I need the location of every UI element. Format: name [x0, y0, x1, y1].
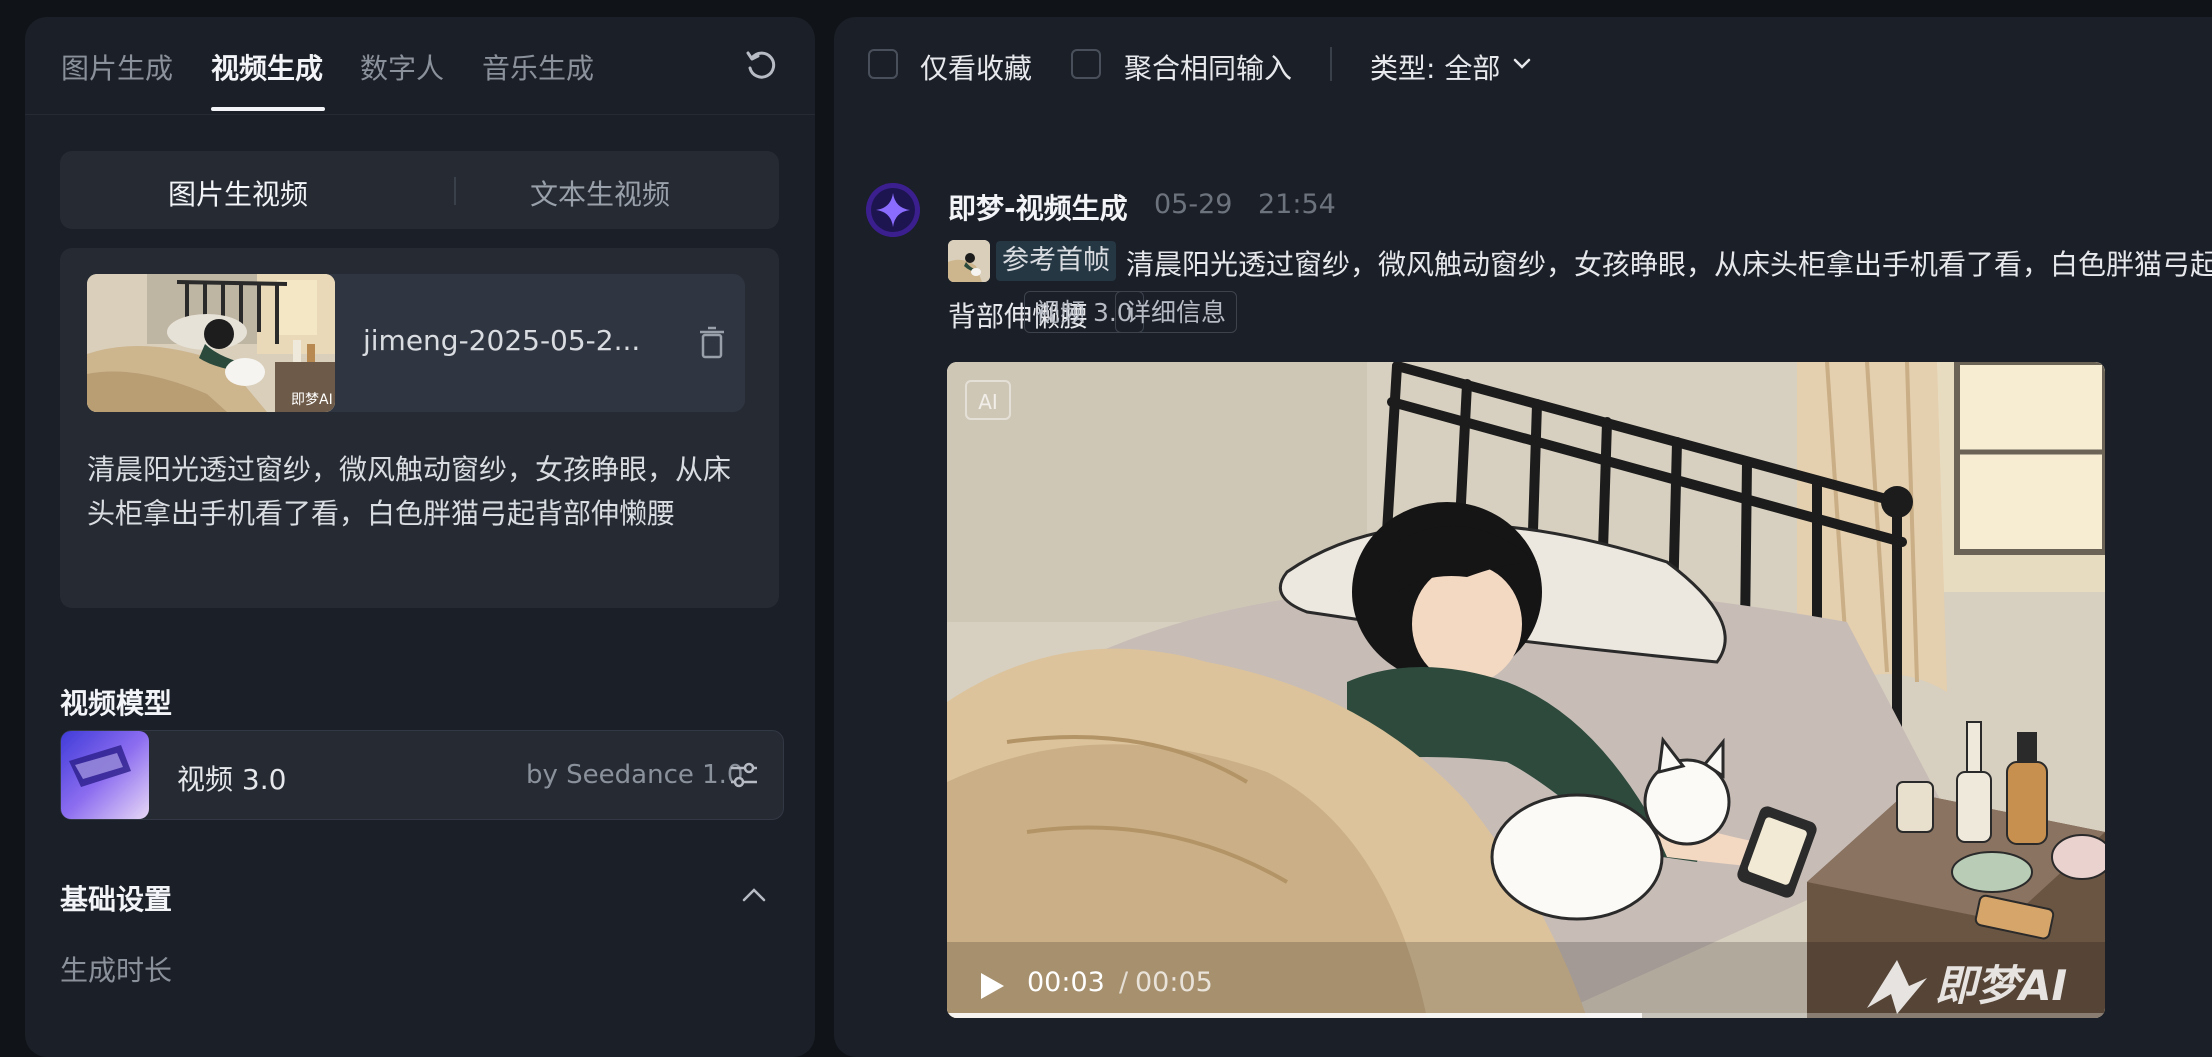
generation-tabs: 图片生成 视频生成 数字人 音乐生成: [25, 17, 815, 115]
uploaded-file-name: jimeng-2025-05-2...: [363, 324, 641, 357]
video-frame: [947, 362, 2105, 1018]
video-player[interactable]: AI 00:03 / 00:05 即梦AI: [947, 362, 2105, 1018]
model-provider: by Seedance 1.0: [526, 760, 744, 790]
video-progress-bar[interactable]: [947, 1013, 2105, 1018]
uploaded-image-thumbnail[interactable]: 即梦AI: [87, 274, 335, 412]
video-model-title: 视频模型: [60, 687, 173, 720]
tab-music-generation[interactable]: 音乐生成: [482, 47, 594, 87]
svg-text:即梦AI: 即梦AI: [291, 392, 333, 408]
filter-divider: [1330, 47, 1332, 81]
watermark-text: 即梦AI: [1935, 961, 2067, 1010]
mode-switch: 图片生视频 文本生视频: [60, 151, 779, 229]
video-current-time: 00:03: [1027, 967, 1105, 998]
sender-name: 即梦-视频生成: [948, 192, 1128, 225]
model-thumbnail: [61, 731, 149, 819]
favorites-label: 仅看收藏: [920, 52, 1033, 85]
reference-frame-label: 参考首帧: [996, 241, 1116, 281]
model-selector[interactable]: 视频 3.0 by Seedance 1.0: [60, 730, 784, 820]
mode-image-to-video[interactable]: 图片生视频: [168, 173, 308, 213]
filter-bar: 仅看收藏 聚合相同输入 类型: 全部: [834, 17, 2212, 114]
model-name: 视频 3.0: [177, 763, 287, 796]
message-date: 05-29: [1154, 189, 1233, 220]
favorites-checkbox[interactable]: [868, 49, 898, 79]
message-time: 21:54: [1258, 189, 1336, 220]
tab-image-generation[interactable]: 图片生成: [61, 47, 173, 87]
video-time-separator: /: [1119, 967, 1129, 998]
jimeng-logo-watermark: 即梦AI: [1867, 960, 2067, 1014]
duration-label: 生成时长: [60, 954, 173, 987]
mode-text-to-video[interactable]: 文本生视频: [530, 173, 670, 213]
play-icon[interactable]: [977, 970, 1007, 1002]
prompt-textarea[interactable]: 清晨阳光透过窗纱，微风触动窗纱，女孩睁眼，从床头柜拿出手机看了看，白色胖猫弓起背…: [87, 448, 757, 536]
tab-digital-human[interactable]: 数字人: [360, 47, 444, 87]
uploaded-file-chip: 即梦AI jimeng-2025-05-2...: [87, 274, 745, 412]
video-progress-fill: [947, 1013, 1642, 1018]
generation-panel: 图片生成 视频生成 数字人 音乐生成 图片生视频 文本生视频 即梦AI jime…: [25, 17, 815, 1057]
tab-video-generation[interactable]: 视频生成: [211, 47, 323, 87]
type-filter-dropdown[interactable]: 类型: 全部: [1370, 47, 1500, 87]
reference-frame-thumbnail[interactable]: [948, 240, 990, 282]
prompt-input-card: 即梦AI jimeng-2025-05-2... 清晨阳光透过窗纱，微风触动窗纱…: [60, 248, 779, 608]
mode-divider: [454, 177, 456, 205]
basic-settings-title: 基础设置: [60, 883, 173, 916]
refresh-icon[interactable]: [743, 47, 779, 83]
trash-icon[interactable]: [697, 326, 727, 360]
results-panel: 仅看收藏 聚合相同输入 类型: 全部 即梦-视频生成 05-29 21:54 清…: [834, 17, 2212, 1057]
ai-generated-mark: AI: [965, 380, 1011, 420]
details-badge[interactable]: 详细信息: [1115, 291, 1238, 333]
merge-inputs-checkbox[interactable]: [1071, 49, 1101, 79]
chevron-up-icon[interactable]: [740, 885, 768, 905]
sliders-icon[interactable]: [728, 759, 760, 791]
active-tab-indicator: [211, 107, 325, 111]
star-icon: [866, 183, 920, 237]
merge-inputs-label: 聚合相同输入: [1124, 52, 1293, 85]
chevron-down-icon[interactable]: [1512, 57, 1532, 71]
video-duration: 00:05: [1135, 967, 1213, 998]
